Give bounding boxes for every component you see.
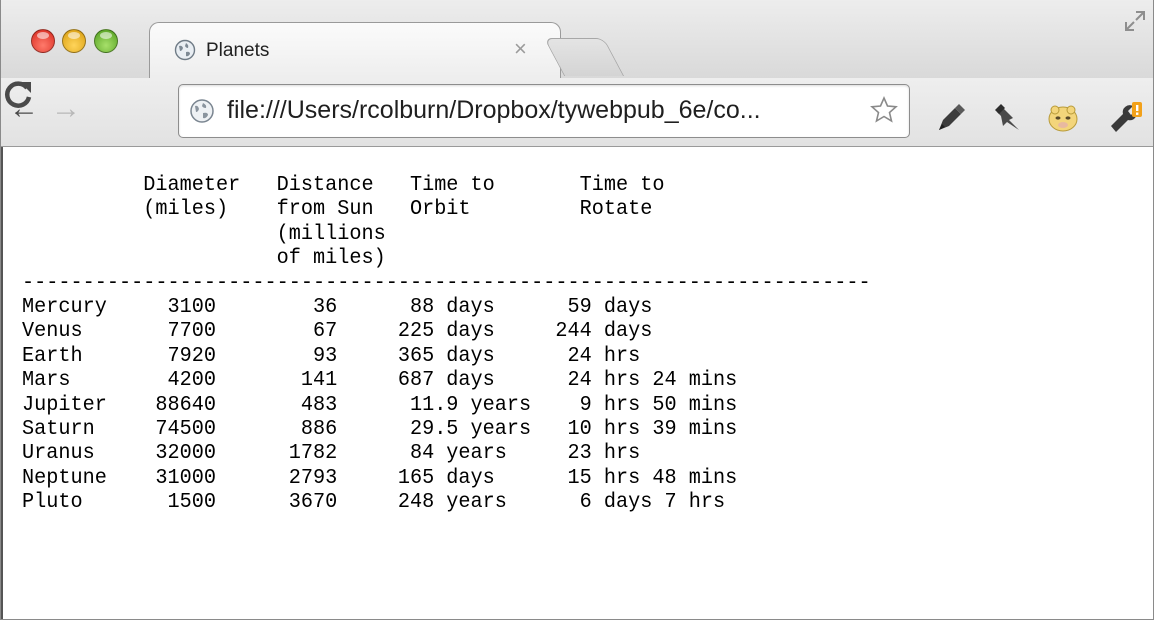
- tab-close-icon[interactable]: ×: [514, 36, 527, 62]
- separator-line: ----------------------------------------…: [22, 271, 871, 295]
- window-minimize-button[interactable]: [62, 29, 86, 53]
- header-line: Diameter Distance Time to Time to: [22, 174, 665, 197]
- table-row: Pluto 1500 3670 248 years 6 days 7 hrs: [22, 491, 726, 515]
- tab-planets[interactable]: Planets ×: [149, 22, 561, 78]
- globe-icon: [174, 39, 196, 61]
- bookmark-star-icon[interactable]: [869, 95, 899, 125]
- window-close-button[interactable]: [31, 29, 55, 53]
- table-row: Mars 4200 141 687 days 24 hrs 24 mins: [22, 369, 738, 393]
- header-line: of miles): [22, 247, 386, 271]
- address-bar[interactable]: file:///Users/rcolburn/Dropbox/tywebpub_…: [178, 84, 910, 138]
- table-row: Mercury 3100 36 88 days 59 days: [22, 296, 653, 320]
- pen-icon[interactable]: [933, 100, 969, 136]
- back-button[interactable]: ←: [7, 92, 41, 126]
- table-row: Jupiter 88640 483 11.9 years 9 hrs 50 mi…: [22, 393, 738, 417]
- table-row: Venus 7700 67 225 days 244 days: [22, 320, 653, 344]
- fullscreen-icon[interactable]: [1122, 8, 1148, 34]
- table-row: Saturn 74500 886 29.5 years 10 hrs 39 mi…: [22, 418, 738, 442]
- browser-window: Planets × ← → file:///Users/rcolburn/Dro…: [0, 0, 1154, 620]
- window-zoom-button[interactable]: [94, 29, 118, 53]
- tab-strip: Planets ×: [1, 0, 1153, 78]
- forward-button[interactable]: →: [49, 92, 83, 126]
- url-text: file:///Users/rcolburn/Dropbox/tywebpub_…: [227, 96, 761, 124]
- header-line: (millions: [22, 222, 386, 246]
- table-row: Neptune 31000 2793 165 days 15 hrs 48 mi…: [22, 466, 738, 490]
- table-row: Uranus 32000 1782 84 years 23 hrs: [22, 442, 641, 466]
- pin-icon[interactable]: [989, 100, 1025, 136]
- window-left-border: [1, 147, 3, 619]
- browser-toolbar: ← → file:///Users/rcolburn/Dropbox/tyweb…: [1, 78, 1153, 147]
- tab-title: Planets: [206, 40, 270, 61]
- page-content: Diameter Distance Time to Time to (miles…: [1, 147, 1153, 619]
- header-line: (miles) from Sun Orbit Rotate: [22, 198, 653, 222]
- planets-preformatted-table: Diameter Distance Time to Time to (miles…: [22, 174, 871, 516]
- globe-icon: [190, 99, 214, 123]
- face-icon[interactable]: [1045, 100, 1081, 136]
- wrench-icon[interactable]: [1107, 100, 1143, 136]
- table-row: Earth 7920 93 365 days 24 hrs: [22, 344, 641, 368]
